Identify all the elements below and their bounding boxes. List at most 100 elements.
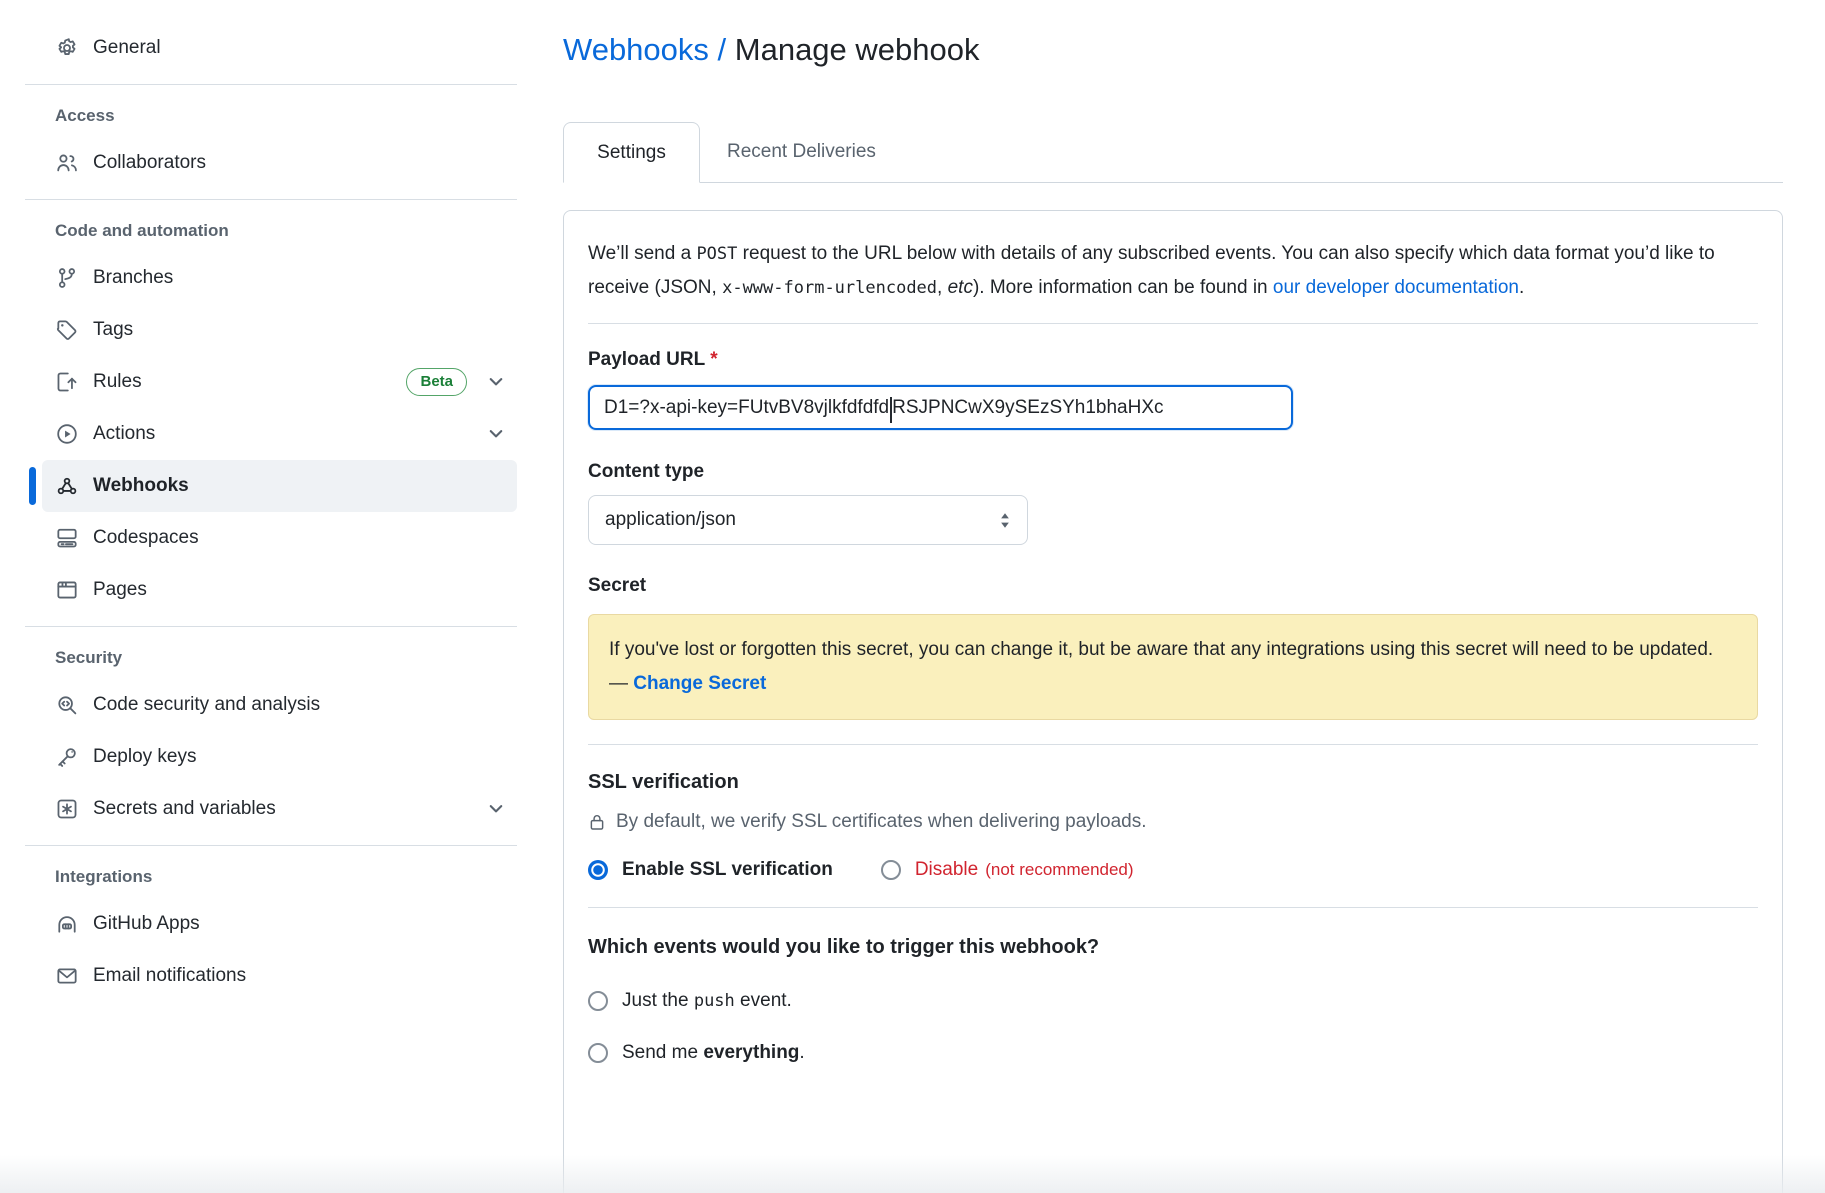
disable-ssl-radio[interactable]: [881, 860, 901, 880]
events-heading: Which events would you like to trigger t…: [588, 934, 1758, 960]
chevron-down-icon: [489, 804, 503, 814]
disable-ssl-label[interactable]: Disable: [915, 859, 978, 881]
content-type-select[interactable]: application/json: [588, 495, 1028, 545]
intro-text: ,: [937, 277, 948, 298]
sidebar-item-label: Tags: [93, 319, 133, 341]
sidebar-item-secrets-variables[interactable]: Secrets and variables: [42, 783, 517, 835]
sidebar-section-access: Access: [25, 101, 540, 131]
just-push-label[interactable]: Just the push event.: [622, 990, 792, 1012]
sidebar-section-integrations: Integrations: [25, 862, 540, 892]
hubot-icon: [55, 912, 79, 936]
webhook-icon: [55, 474, 79, 498]
sidebar-item-label: Secrets and variables: [93, 798, 276, 820]
content-type-value: application/json: [605, 509, 736, 531]
sidebar-divider: [25, 626, 517, 627]
webhook-settings-main: Webhooks / Manage webhook Settings Recen…: [563, 0, 1783, 1193]
play-icon: [55, 422, 79, 446]
repository-settings-page: General Access Collaborators Code and au…: [0, 0, 1825, 1193]
sidebar-divider: [25, 845, 517, 846]
sidebar-item-label: Pages: [93, 579, 147, 601]
just-push-label-post: event.: [735, 990, 792, 1011]
sidebar-item-codespaces[interactable]: Codespaces: [42, 512, 517, 564]
payload-url-label: Payload URL*: [588, 348, 1758, 372]
intro-text: .: [1519, 277, 1524, 298]
people-icon: [55, 151, 79, 175]
ssl-note-text: By default, we verify SSL certificates w…: [616, 811, 1147, 833]
tab-recent-deliveries[interactable]: Recent Deliveries: [700, 122, 903, 182]
asterisk-box-icon: [55, 797, 79, 821]
divider: [588, 744, 1758, 745]
gear-icon: [55, 36, 79, 60]
required-asterisk: *: [710, 349, 717, 370]
sidebar-item-email-notifications[interactable]: Email notifications: [42, 950, 517, 1002]
chevron-down-icon: [489, 429, 503, 439]
divider: [588, 323, 1758, 324]
sidebar-item-label: Collaborators: [93, 152, 206, 174]
breadcrumb-current: Manage webhook: [735, 32, 980, 67]
ssl-verification-heading: SSL verification: [588, 769, 1758, 795]
secret-warning-banner: If you've lost or forgotten this secret,…: [588, 614, 1758, 720]
key-icon: [55, 745, 79, 769]
mail-icon: [55, 964, 79, 988]
payload-url-input[interactable]: D1=?x-api-key=FUtvBV8vjlkfdfdfdRSJPNCwX9…: [588, 385, 1293, 430]
sidebar-item-tags[interactable]: Tags: [42, 304, 517, 356]
chevron-down-icon: [489, 377, 503, 387]
codescan-icon: [55, 693, 79, 717]
tab-settings[interactable]: Settings: [563, 122, 700, 183]
sidebar-section-security: Security: [25, 643, 540, 673]
sidebar-item-collaborators[interactable]: Collaborators: [42, 137, 517, 189]
secret-warning-text: If you've lost or forgotten this secret,…: [609, 639, 1713, 694]
sidebar-item-code-security[interactable]: Code security and analysis: [42, 679, 517, 731]
sidebar-item-webhooks[interactable]: Webhooks: [42, 460, 517, 512]
developer-documentation-link[interactable]: our developer documentation: [1273, 277, 1519, 298]
event-option-just-push: Just the push event.: [588, 990, 1758, 1012]
breadcrumb-webhooks-link[interactable]: Webhooks /: [563, 32, 726, 67]
sidebar-item-github-apps[interactable]: GitHub Apps: [42, 898, 517, 950]
payload-url-value-after-caret: RSJPNCwX9ySEzSYh1bhaHXc: [892, 397, 1163, 419]
intro-code-post: POST: [696, 244, 737, 264]
intro-paragraph: We’ll send a POST request to the URL bel…: [588, 237, 1758, 305]
intro-text: We’ll send a: [588, 243, 696, 264]
just-push-radio[interactable]: [588, 991, 608, 1011]
send-everything-radio[interactable]: [588, 1043, 608, 1063]
tag-icon: [55, 318, 79, 342]
sidebar-item-rules[interactable]: Rules Beta: [42, 356, 517, 408]
ssl-note: By default, we verify SSL certificates w…: [588, 811, 1758, 833]
sidebar-divider: [25, 84, 517, 85]
push-code-text: push: [694, 991, 735, 1011]
rules-icon: [55, 370, 79, 394]
just-push-label-pre: Just the: [622, 990, 694, 1011]
event-option-everything: Send me everything.: [588, 1042, 1758, 1064]
sidebar-item-label: Codespaces: [93, 527, 199, 549]
sidebar-item-label: Actions: [93, 423, 155, 445]
enable-ssl-radio[interactable]: [588, 860, 608, 880]
sidebar-item-pages[interactable]: Pages: [42, 564, 517, 616]
sidebar-section-code-automation: Code and automation: [25, 216, 540, 246]
sidebar-item-general[interactable]: General: [42, 22, 517, 74]
enable-ssl-label[interactable]: Enable SSL verification: [622, 859, 833, 881]
lock-icon: [588, 813, 606, 831]
webhook-tabnav: Settings Recent Deliveries: [563, 122, 1783, 183]
sidebar-item-actions[interactable]: Actions: [42, 408, 517, 460]
select-arrows-icon: [999, 512, 1011, 529]
webhook-settings-panel: We’ll send a POST request to the URL bel…: [563, 210, 1783, 1193]
sidebar-item-branches[interactable]: Branches: [42, 252, 517, 304]
change-secret-link[interactable]: Change Secret: [633, 673, 766, 694]
selected-accent-bar: [29, 467, 36, 505]
sidebar-item-label: Code security and analysis: [93, 694, 320, 716]
payload-url-label-text: Payload URL: [588, 349, 705, 370]
intro-text: ). More information can be found in: [973, 277, 1273, 298]
sidebar-divider: [25, 199, 517, 200]
beta-badge: Beta: [406, 368, 467, 396]
send-everything-label[interactable]: Send me everything.: [622, 1042, 805, 1064]
payload-url-value-before-caret: D1=?x-api-key=FUtvBV8vjlkfdfdfd: [604, 397, 889, 419]
sidebar-item-label: Rules: [93, 371, 142, 393]
sidebar-item-label: GitHub Apps: [93, 913, 200, 935]
sidebar-item-label: Deploy keys: [93, 746, 197, 768]
codespaces-icon: [55, 526, 79, 550]
secret-label: Secret: [588, 574, 1758, 598]
page-title: Webhooks / Manage webhook: [563, 28, 1783, 72]
send-everything-post: .: [799, 1042, 804, 1063]
sidebar-item-deploy-keys[interactable]: Deploy keys: [42, 731, 517, 783]
divider: [588, 907, 1758, 908]
